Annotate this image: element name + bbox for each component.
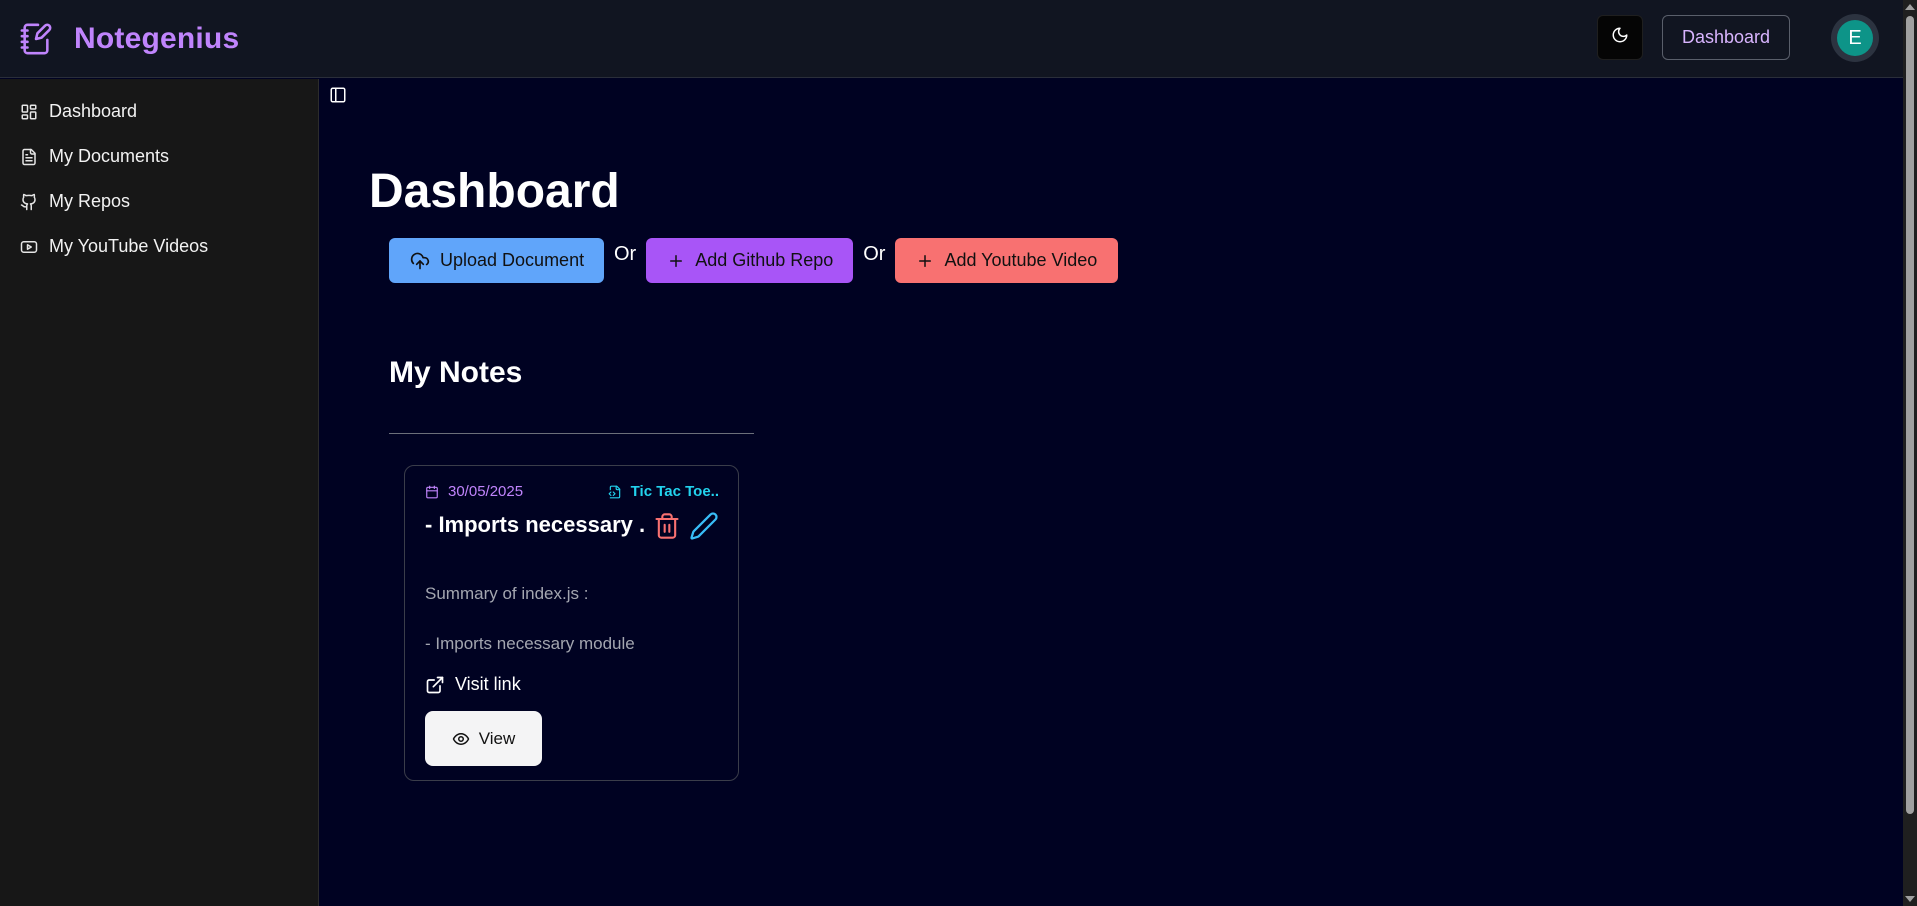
sidebar-item-my-documents[interactable]: My Documents [0,134,318,179]
theme-toggle-button[interactable] [1597,15,1643,60]
delete-note-button[interactable] [653,511,681,546]
trash-icon [653,513,681,545]
sidebar-item-dashboard[interactable]: Dashboard [0,89,318,134]
view-note-label: View [478,728,516,748]
sidebar-item-my-youtube-videos[interactable]: My YouTube Videos [0,224,318,269]
document-icon [19,147,39,167]
avatar: E [1837,20,1873,56]
brand[interactable]: Notegenius [18,21,239,57]
youtube-icon [19,237,39,257]
note-date: 30/05/2025 [425,483,523,500]
scrollbar-thumb[interactable] [1906,16,1914,814]
upload-document-label: Upload Document [440,250,585,270]
pencil-icon [689,512,719,545]
top-navbar: Notegenius Dashboard E [0,0,1903,78]
note-card: 30/05/2025 Tic Tac Toe.. - Imports neces… [404,465,739,781]
sidebar-toggle-button[interactable] [327,86,349,108]
section-title: My Notes [389,356,523,389]
plus-icon [667,252,685,270]
user-avatar-button[interactable]: E [1831,14,1879,62]
plus-icon [916,252,934,270]
eye-icon [452,730,470,748]
note-source: Tic Tac Toe.. [608,483,719,500]
sidebar-item-label: My Documents [49,146,170,166]
moon-icon [1611,26,1629,49]
cloud-upload-icon [410,251,430,271]
note-summary: Summary of index.js : [425,584,589,603]
file-code-icon [608,485,622,499]
brand-name: Notegenius [74,21,240,55]
add-github-repo-label: Add Github Repo [695,250,834,270]
scroll-down-icon[interactable] [1905,896,1915,902]
sidebar-item-label: My YouTube Videos [49,236,209,256]
view-note-button[interactable]: View [425,711,542,766]
visit-link[interactable]: Visit link [425,674,521,695]
calendar-icon [425,485,439,499]
external-link-icon [425,675,445,695]
page-scrollbar[interactable] [1903,0,1917,906]
or-separator: Or [614,243,637,265]
sidebar-item-label: Dashboard [49,101,138,121]
upload-document-button[interactable]: Upload Document [389,238,604,283]
add-github-repo-button[interactable]: Add Github Repo [646,238,854,283]
or-separator: Or [863,243,886,265]
section-divider [389,433,754,434]
header-dashboard-button[interactable]: Dashboard [1662,15,1790,60]
notebook-pen-icon [18,21,54,57]
sidebar: Dashboard My Documents My Repos My YouTu… [0,79,319,906]
note-date-text: 30/05/2025 [448,483,524,500]
github-icon [19,192,39,212]
page-title: Dashboard [369,165,620,218]
note-excerpt: - Imports necessary module [425,634,635,653]
note-source-text: Tic Tac Toe.. [630,483,719,500]
note-title: - Imports necessary .. [425,512,645,537]
add-youtube-video-label: Add Youtube Video [944,250,1098,270]
visit-link-label: Visit link [455,674,521,694]
scroll-up-icon[interactable] [1905,4,1915,10]
action-bar: Upload Document Or Add Github Repo Or Ad… [389,238,1119,283]
sidebar-item-my-repos[interactable]: My Repos [0,179,318,224]
add-youtube-video-button[interactable]: Add Youtube Video [895,238,1119,283]
edit-note-button[interactable] [689,511,719,546]
dashboard-icon [19,102,39,122]
panel-left-icon [329,86,347,109]
sidebar-item-label: My Repos [49,191,131,211]
